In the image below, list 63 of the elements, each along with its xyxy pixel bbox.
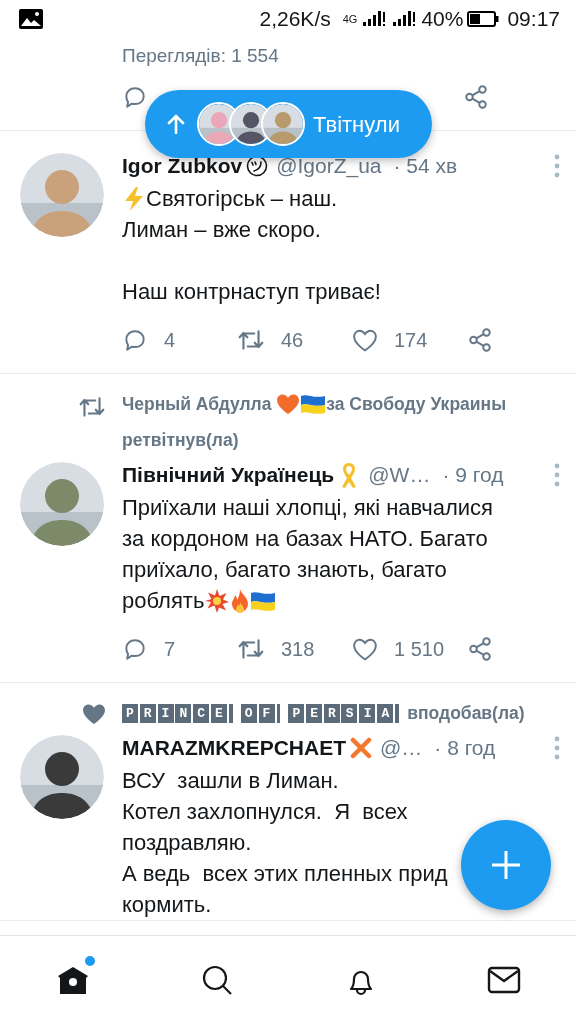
context-action: вподобав(ла) [407,702,525,725]
share-icon[interactable] [467,636,493,662]
share-icon[interactable] [463,84,489,110]
author-name: Північний Українець [122,462,335,489]
avatar [261,102,305,146]
tweet-text: Лиман – вже скоро. [122,216,321,244]
image-icon [18,8,44,30]
retweet-icon [78,394,106,420]
context-action: ретвітнув(ла) [122,429,239,452]
signal-icon [361,10,388,28]
fire-icon [230,587,251,614]
heart-icon[interactable] [352,637,378,661]
reply-icon[interactable] [122,84,148,110]
compose-button[interactable] [461,820,551,910]
battery-percent: 40% [421,6,464,33]
author-name: MARAZMKREPCHAET [122,735,346,762]
network-speed: 2,26K/s [259,6,331,33]
retweet-icon[interactable] [237,327,265,353]
tweet-text: ВСУ зашли в Лиман. [122,767,339,795]
reply-count: 7 [164,637,176,662]
new-tweets-button[interactable]: Твітнули [145,90,432,158]
user-name: за Свободу Украины [326,393,507,416]
heart-icon[interactable] [352,328,378,352]
mail-icon[interactable] [487,965,522,995]
smiley-icon [246,155,269,177]
tweet-text: Приїхали наші хлопці, які навчалися [122,494,493,522]
tweet-text: поздравляю. [122,829,252,857]
tweet-text: приїхало, багато знають, багато [122,556,447,584]
explosion-icon [204,587,231,614]
tweet-time: · 9 год [442,462,504,489]
user-name: Черный Абдулла [122,393,273,416]
author-handle: @… [380,735,423,762]
signal-icon [391,10,418,28]
plus-icon [490,849,522,881]
tweet-text: Котел захлопнулся. Я всех [122,798,408,826]
heart-icon [82,703,106,725]
share-icon[interactable] [467,327,493,353]
like-count: 1 510 [394,637,445,662]
flag-icon [250,589,277,612]
reply-count: 4 [164,328,176,353]
cross-icon [350,737,372,759]
lightning-icon [122,185,146,212]
author-handle: @W… [368,462,431,489]
reply-icon[interactable] [122,636,148,662]
arrow-up-icon [167,114,185,134]
like-count: 174 [394,328,428,353]
clock: 09:17 [507,6,560,33]
tweet-text: Святогірськ – наш. [146,185,338,213]
tweet-text: за кордоном на базах НАТО. Багато [122,525,488,553]
tweet-text: роблять [122,587,205,615]
tweet-text: кормить. [122,891,212,919]
network-type: 4G [342,11,358,27]
retweet-icon[interactable] [237,636,265,662]
flag-icon [300,393,327,415]
view-count: Переглядів: 1 554 [122,44,279,68]
tweet-time: · 8 год [434,735,496,762]
tweet-text: Наш контрнаступ триває! [122,278,381,306]
battery-icon [467,10,500,28]
reply-icon[interactable] [122,327,148,353]
heart-emoji-icon [276,393,301,415]
tweet-text: А ведь всех этих пленных прид [122,860,448,888]
retweet-count: 46 [281,328,304,353]
retweet-count: 318 [281,637,315,662]
